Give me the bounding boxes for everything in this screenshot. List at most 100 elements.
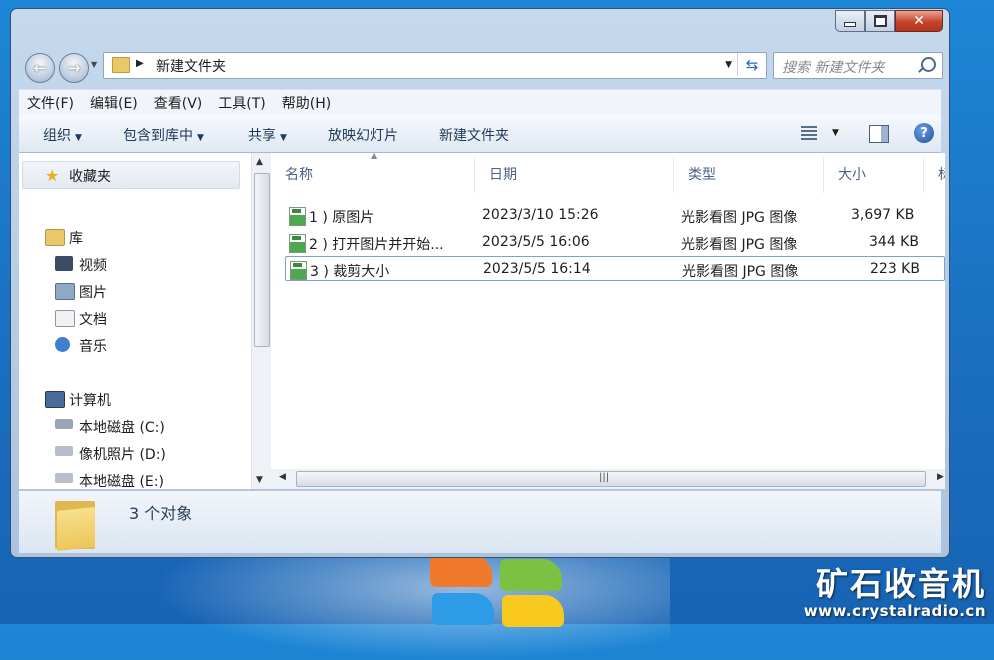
drive-icon — [55, 473, 73, 483]
refresh-icon: ⇆ — [745, 55, 759, 74]
scroll-right-icon[interactable]: ▶ — [937, 472, 944, 482]
minimize-button[interactable] — [835, 10, 865, 32]
jpg-file-icon — [289, 207, 306, 226]
scroll-left-icon[interactable]: ◀ — [279, 472, 286, 482]
watermark-url: www.crystalradio.cn — [803, 602, 986, 620]
column-date[interactable]: 日期 — [475, 157, 674, 193]
breadcrumb-current[interactable]: 新建文件夹 — [156, 56, 226, 76]
back-button[interactable]: ← — [25, 53, 55, 83]
file-row[interactable]: 2 ) 打开图片并开始... 2023/5/5 16:06 光影看图 JPG 图… — [285, 230, 945, 255]
favorites-label: 收藏夹 — [69, 169, 111, 185]
nav-scrollbar[interactable]: ▲ ▼ — [251, 153, 271, 489]
view-options-icon[interactable] — [801, 126, 817, 140]
file-size: 223 KB — [870, 261, 920, 277]
navigation-pane: ★ 收藏夹 库 视频 图片 文档 音乐 计算机 本地磁盘 (C:) 像机照片 (… — [19, 153, 251, 489]
address-dropdown-icon[interactable]: ▼ — [725, 60, 732, 70]
column-type[interactable]: 类型 — [674, 157, 824, 193]
sidebar-item-pictures[interactable]: 图片 — [79, 282, 107, 302]
scroll-up-icon[interactable]: ▲ — [256, 157, 263, 167]
sidebar-item-videos[interactable]: 视频 — [79, 255, 107, 275]
scrollbar-thumb[interactable]: ||| — [296, 471, 926, 487]
item-count: 3 个对象 — [129, 504, 193, 523]
scroll-down-icon[interactable]: ▼ — [256, 475, 263, 485]
sidebar-item-favorites[interactable]: ★ 收藏夹 — [22, 161, 240, 189]
folder-icon — [112, 57, 130, 73]
menu-view[interactable]: 查看(V) — [146, 93, 211, 113]
maximize-button[interactable] — [865, 10, 895, 32]
chevron-down-icon: ▼ — [75, 133, 82, 143]
maximize-icon — [873, 15, 887, 27]
file-type: 光影看图 JPG 图像 — [681, 210, 798, 226]
menu-tools[interactable]: 工具(T) — [210, 93, 273, 113]
music-icon — [55, 337, 70, 352]
sidebar-item-documents[interactable]: 文档 — [79, 309, 107, 329]
forward-arrow-icon: → — [67, 59, 81, 77]
jpg-file-icon — [289, 234, 306, 253]
chevron-down-icon: ▼ — [280, 133, 287, 143]
scrollbar-thumb[interactable] — [254, 173, 270, 347]
column-name[interactable]: 名称 — [271, 157, 475, 193]
back-arrow-icon: ← — [33, 59, 47, 77]
organize-button[interactable]: 组织 ▼ — [43, 125, 82, 145]
search-icon[interactable] — [921, 57, 936, 72]
chevron-down-icon: ▼ — [197, 133, 204, 143]
menu-edit[interactable]: 编辑(E) — [82, 93, 146, 113]
watermark-title: 矿石收音机 — [815, 565, 986, 603]
view-dropdown-icon[interactable]: ▼ — [832, 128, 839, 138]
slideshow-button[interactable]: 放映幻灯片 — [328, 125, 398, 145]
sidebar-item-drive-c[interactable]: 本地磁盘 (C:) — [79, 417, 165, 437]
drive-icon — [55, 419, 73, 429]
close-button[interactable]: ✕ — [895, 10, 943, 32]
file-name: 1 ) 原图片 — [309, 210, 375, 226]
help-icon[interactable]: ? — [914, 123, 934, 143]
caption-buttons: ✕ — [835, 10, 943, 32]
address-bar[interactable]: ▶ 新建文件夹 ▼ ⇆ — [103, 52, 767, 79]
star-icon: ★ — [45, 166, 60, 185]
computer-icon — [45, 391, 65, 408]
file-row[interactable]: 1 ) 原图片 2023/3/10 15:26 光影看图 JPG 图像 3,69… — [285, 203, 945, 228]
file-size: 344 KB — [869, 234, 919, 250]
desktop-glow — [150, 540, 670, 660]
pictures-icon — [55, 283, 75, 300]
menu-file[interactable]: 文件(F) — [19, 93, 82, 113]
recent-pages-dropdown-icon[interactable]: ▼ — [91, 60, 97, 69]
documents-icon — [55, 310, 75, 327]
breadcrumb-chevron-icon[interactable]: ▶ — [136, 58, 144, 69]
close-icon: ✕ — [913, 13, 925, 29]
sidebar-item-drive-d[interactable]: 像机照片 (D:) — [79, 444, 166, 464]
organize-label: 组织 — [43, 128, 71, 144]
sidebar-item-computer[interactable]: 计算机 — [69, 390, 111, 410]
file-date: 2023/3/10 15:26 — [482, 207, 599, 223]
file-list: ▲ 名称 日期 类型 大小 标记 1 ) 原图片 2023/3/10 15:26… — [271, 153, 945, 489]
library-icon — [45, 229, 65, 246]
share-label: 共享 — [248, 128, 276, 144]
drive-icon — [55, 446, 73, 456]
menu-help[interactable]: 帮助(H) — [274, 93, 339, 113]
new-folder-button[interactable]: 新建文件夹 — [439, 125, 509, 145]
menu-bar: 文件(F) 编辑(E) 查看(V) 工具(T) 帮助(H) — [19, 89, 941, 116]
search-box[interactable]: 搜索 新建文件夹 — [773, 52, 943, 79]
horizontal-scrollbar[interactable]: ◀ ||| ▶ — [271, 469, 945, 489]
include-in-library-button[interactable]: 包含到库中 ▼ — [123, 125, 204, 145]
sidebar-item-libraries[interactable]: 库 — [69, 228, 83, 248]
include-library-label: 包含到库中 — [123, 128, 193, 144]
column-tags[interactable]: 标记 — [924, 157, 945, 193]
command-bar: 组织 ▼ 包含到库中 ▼ 共享 ▼ 放映幻灯片 新建文件夹 ▼ ? — [19, 115, 941, 153]
file-type: 光影看图 JPG 图像 — [682, 264, 799, 280]
explorer-window: ✕ ← → ▼ ▶ 新建文件夹 ▼ ⇆ 搜索 新建文件夹 文件(F) 编辑(E)… — [10, 8, 950, 558]
file-row-selected[interactable]: 3 ) 裁剪大小 2023/5/5 16:14 光影看图 JPG 图像 223 … — [285, 256, 945, 281]
preview-pane-icon[interactable] — [869, 125, 889, 143]
forward-button[interactable]: → — [59, 53, 89, 83]
share-button[interactable]: 共享 ▼ — [248, 125, 287, 145]
file-name: 3 ) 裁剪大小 — [310, 264, 390, 280]
windows-logo — [430, 555, 570, 627]
column-size[interactable]: 大小 — [824, 157, 924, 193]
sidebar-item-drive-e[interactable]: 本地磁盘 (E:) — [79, 471, 164, 489]
refresh-button[interactable]: ⇆ — [737, 53, 766, 76]
folder-icon — [55, 499, 95, 551]
file-type: 光影看图 JPG 图像 — [681, 237, 798, 253]
search-placeholder: 搜索 新建文件夹 — [782, 60, 885, 76]
file-date: 2023/5/5 16:06 — [482, 234, 590, 250]
grip-icon: ||| — [599, 472, 610, 483]
sidebar-item-music[interactable]: 音乐 — [79, 336, 107, 356]
